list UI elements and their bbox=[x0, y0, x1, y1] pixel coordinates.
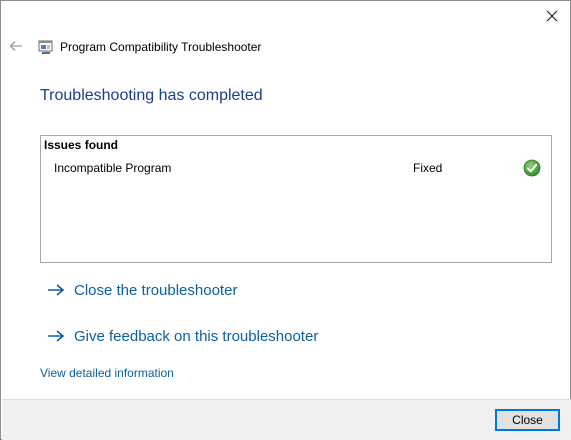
issues-list: Issues found Incompatible Program Fixed bbox=[40, 135, 552, 263]
page-title: Troubleshooting has completed bbox=[40, 87, 263, 104]
view-detailed-information-link[interactable]: View detailed information bbox=[40, 366, 174, 380]
issue-status: Fixed bbox=[413, 161, 443, 175]
troubleshooter-window: Program Compatibility Troubleshooter Tro… bbox=[0, 0, 571, 440]
issues-header: Issues found bbox=[44, 138, 119, 152]
give-feedback-label[interactable]: Give feedback on this troubleshooter bbox=[74, 328, 318, 345]
footer-bar: Close bbox=[2, 399, 571, 440]
troubleshooter-app-icon bbox=[38, 39, 54, 55]
window-title-row: Program Compatibility Troubleshooter bbox=[38, 38, 261, 56]
issue-row: Incompatible Program Fixed bbox=[41, 158, 551, 178]
right-arrow-icon bbox=[46, 329, 66, 343]
green-check-icon bbox=[523, 159, 541, 177]
issue-name: Incompatible Program bbox=[54, 161, 172, 175]
back-arrow-icon[interactable] bbox=[7, 37, 25, 55]
window-title: Program Compatibility Troubleshooter bbox=[60, 40, 262, 54]
right-arrow-icon bbox=[46, 283, 66, 297]
give-feedback-link[interactable]: Give feedback on this troubleshooter bbox=[46, 325, 318, 347]
close-troubleshooter-label[interactable]: Close the troubleshooter bbox=[74, 282, 237, 299]
close-window-icon[interactable] bbox=[540, 5, 564, 27]
close-button[interactable]: Close bbox=[495, 409, 560, 431]
close-troubleshooter-link[interactable]: Close the troubleshooter bbox=[46, 279, 237, 301]
